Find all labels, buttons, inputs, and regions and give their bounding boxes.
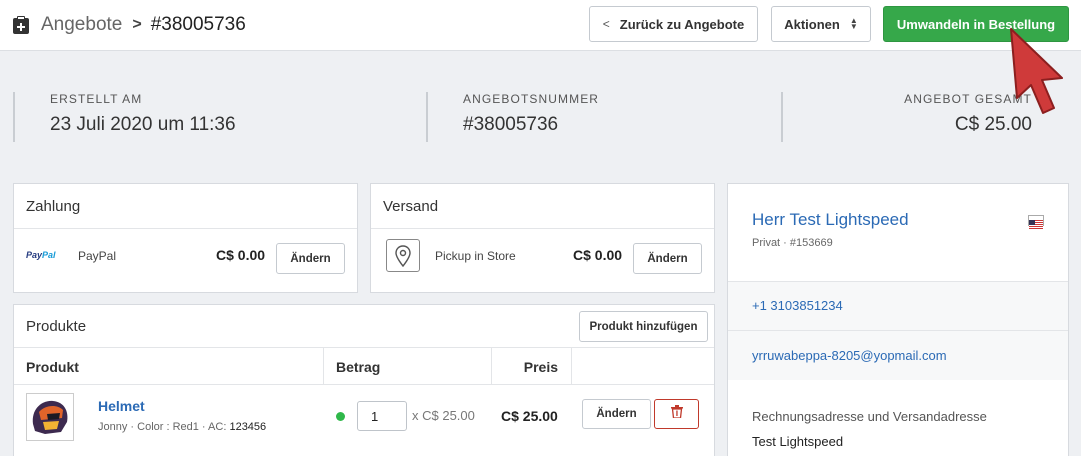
- payment-change-button[interactable]: Ändern: [276, 243, 345, 274]
- products-table-header: Produkt Betrag Preis: [14, 348, 714, 385]
- divider: [13, 92, 15, 142]
- unit-price: x C$ 25.00: [412, 408, 475, 423]
- trash-icon: [670, 405, 683, 423]
- quote-number-value: #38005736: [463, 114, 559, 135]
- shipping-amount: C$ 0.00: [573, 247, 623, 263]
- quantity-input[interactable]: 1: [357, 401, 407, 431]
- column-divider: [571, 348, 572, 385]
- created-stat: ERSTELLT AM 23 Juli 2020 um 11:36: [50, 92, 236, 142]
- customer-email-link[interactable]: yrruwabeppa-8205@yopmail.com: [752, 348, 947, 363]
- product-thumbnail: [26, 393, 74, 441]
- customer-name-link[interactable]: Herr Test Lightspeed: [752, 210, 909, 230]
- column-price: Preis: [523, 358, 558, 375]
- shipping-change-button[interactable]: Ändern: [633, 243, 702, 274]
- product-variant: Jonny · Color : Red1 · AC:: [98, 421, 227, 433]
- add-product-button[interactable]: Produkt hinzufügen: [579, 311, 708, 342]
- back-to-quotes-label: Zurück zu Angebote: [619, 16, 745, 32]
- payment-amount: C$ 0.00: [216, 247, 266, 263]
- delete-product-button[interactable]: [654, 399, 699, 429]
- select-arrows-icon: ▲ ▼: [849, 16, 858, 31]
- payment-card: Zahlung PayPal PayPal C$ 0.00 Ändern: [13, 183, 358, 293]
- back-to-quotes-button[interactable]: < Zurück zu Angebote: [589, 6, 758, 42]
- breadcrumb-current: #38005736: [150, 14, 246, 35]
- product-change-label: Ändern: [596, 408, 637, 420]
- shipping-method: Pickup in Store: [435, 249, 516, 263]
- column-amount: Betrag: [336, 358, 381, 375]
- column-divider: [323, 348, 324, 385]
- column-product: Produkt: [26, 358, 79, 375]
- payment-method: PayPal: [78, 249, 117, 263]
- top-bar: Angebote > #38005736 < Zurück zu Angebot…: [0, 0, 1081, 51]
- breadcrumb: Angebote > #38005736: [13, 0, 246, 50]
- chevron-right-icon: >: [132, 16, 142, 33]
- shipping-title: Versand: [371, 184, 714, 229]
- payment-body: PayPal PayPal C$ 0.00 Ändern: [14, 229, 357, 275]
- quote-number-stat: ANGEBOTSNUMMER #38005736: [463, 92, 599, 142]
- mouse-cursor-icon: [1007, 26, 1065, 121]
- payment-title: Zahlung: [14, 184, 357, 229]
- add-product-label: Produkt hinzufügen: [589, 320, 698, 333]
- divider: [781, 92, 783, 142]
- payment-change-label: Ändern: [290, 252, 331, 265]
- stock-status-dot: [336, 412, 345, 421]
- created-label: ERSTELLT AM: [50, 92, 143, 106]
- map-pin-icon: [386, 239, 420, 272]
- address-label: Rechnungsadresse und Versandadresse: [752, 409, 987, 424]
- us-flag-icon: [1028, 215, 1044, 229]
- customer-phone-row: +1 3103851234: [728, 281, 1068, 330]
- products-header: Produkte Produkt hinzufügen: [14, 305, 714, 348]
- shipping-body: Pickup in Store C$ 0.00 Ändern: [371, 229, 714, 275]
- table-row: Helmet Jonny · Color : Red1 · AC: 123456…: [14, 385, 714, 447]
- chevron-left-icon: <: [602, 17, 610, 31]
- paypal-logo: PayPal: [26, 250, 56, 260]
- created-value: 23 Juli 2020 um 11:36: [50, 114, 236, 135]
- customer-phone-link[interactable]: +1 3103851234: [752, 298, 843, 313]
- shipping-change-label: Ändern: [647, 252, 688, 265]
- customer-type: Privat · #153669: [752, 237, 833, 249]
- product-code: 123456: [229, 421, 267, 433]
- actions-dropdown[interactable]: Aktionen ▲ ▼: [771, 6, 871, 42]
- shipping-card: Versand Pickup in Store C$ 0.00 Ändern: [370, 183, 715, 293]
- product-change-button[interactable]: Ändern: [582, 399, 651, 429]
- address-name: Test Lightspeed: [752, 434, 844, 449]
- divider: [426, 92, 428, 142]
- customer-card: Herr Test Lightspeed Privat · #153669 +1…: [727, 183, 1069, 456]
- breadcrumb-quotes-link[interactable]: Angebote: [41, 14, 122, 36]
- line-price: C$ 25.00: [501, 408, 558, 424]
- quote-number-label: ANGEBOTSNUMMER: [463, 92, 600, 106]
- actions-label: Aktionen: [784, 16, 840, 32]
- product-name-link[interactable]: Helmet: [98, 398, 145, 414]
- products-title: Produkte: [26, 317, 87, 335]
- product-meta: Jonny · Color : Red1 · AC: 123456: [98, 421, 266, 433]
- quote-clipboard-icon: [13, 16, 29, 34]
- products-card: Produkte Produkt hinzufügen Produkt Betr…: [13, 304, 715, 456]
- customer-email-row: yrruwabeppa-8205@yopmail.com: [728, 330, 1068, 380]
